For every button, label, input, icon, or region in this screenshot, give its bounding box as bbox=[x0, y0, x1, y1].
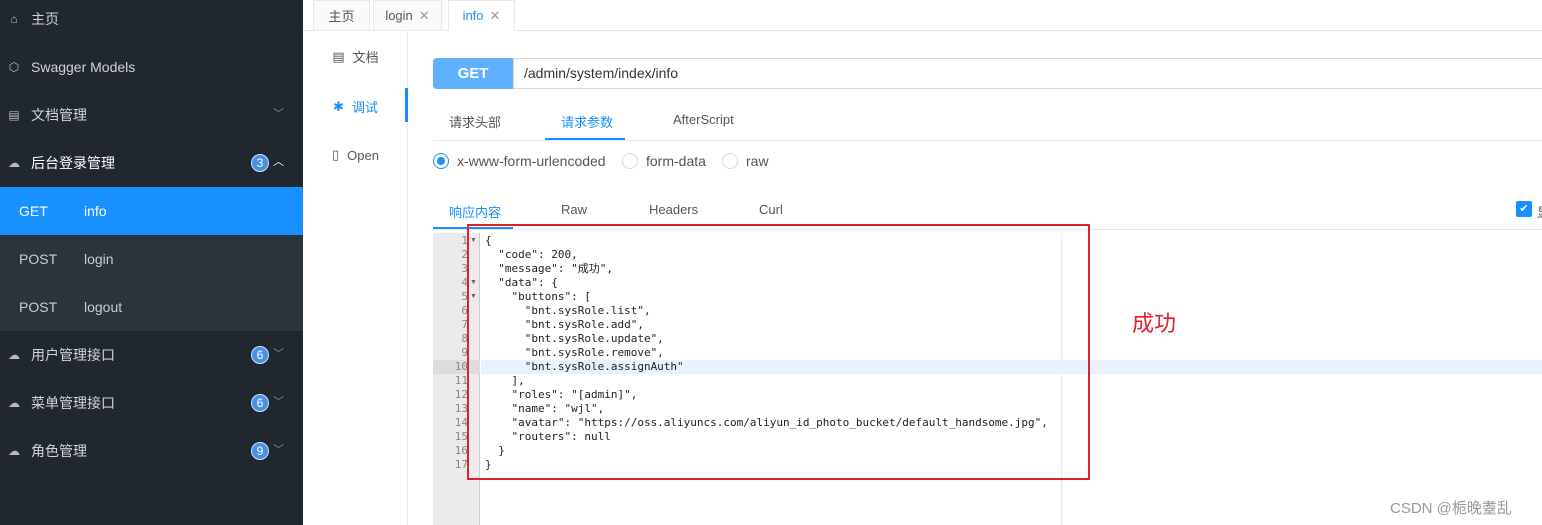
tab-label: login bbox=[385, 8, 413, 23]
sidebar-item-home[interactable]: ⌂ 主页 bbox=[0, 0, 303, 43]
tab-afterscript[interactable]: AfterScript bbox=[673, 112, 734, 127]
count-badge: 3 bbox=[251, 154, 269, 172]
tab-raw[interactable]: Raw bbox=[561, 202, 587, 217]
api-name: login bbox=[84, 251, 114, 267]
radio-label: raw bbox=[746, 153, 769, 169]
api-post-login[interactable]: POST login bbox=[0, 235, 303, 283]
sidebar-item-doc-management[interactable]: ▤ 文档管理 ﹀ bbox=[0, 91, 303, 139]
chevron-down-icon: ﹀ bbox=[273, 108, 284, 120]
close-icon[interactable]: ✕ bbox=[419, 8, 430, 24]
chevron-up-icon: ︿ bbox=[273, 156, 284, 168]
submenu: GET info POST login POST logout bbox=[0, 187, 303, 331]
subnav-label: Open bbox=[347, 147, 379, 163]
cloud-icon: ☁ bbox=[8, 444, 20, 458]
count-badge: 9 bbox=[251, 442, 269, 460]
file-icon: ▯ bbox=[332, 147, 340, 162]
cloud-icon: ☁ bbox=[8, 348, 20, 362]
sidebar-item-role-management[interactable]: ☁ 角色管理 9 ﹀ bbox=[0, 427, 303, 475]
tab-home[interactable]: 主页 bbox=[313, 0, 370, 31]
tab-curl[interactable]: Curl bbox=[759, 202, 783, 217]
subnav-docs[interactable]: ▤ 文档 bbox=[303, 47, 408, 66]
radio-unchecked[interactable] bbox=[722, 153, 738, 169]
count-badge: 6 bbox=[251, 394, 269, 412]
tab-response-content[interactable]: 响应内容 bbox=[449, 202, 501, 221]
radio-unchecked[interactable] bbox=[622, 153, 638, 169]
radio-label: x-www-form-urlencoded bbox=[457, 153, 606, 169]
tab-request-params[interactable]: 请求参数 bbox=[561, 112, 613, 131]
document-icon: ▤ bbox=[332, 48, 345, 64]
tab-label: 主页 bbox=[328, 9, 355, 24]
active-indicator bbox=[405, 88, 408, 122]
chevron-down-icon: ﹀ bbox=[273, 444, 284, 456]
cube-icon: ⬡ bbox=[8, 60, 20, 74]
radio-urlencoded[interactable]: x-www-form-urlencoded bbox=[433, 153, 606, 169]
sidebar-item-label: 用户管理接口 bbox=[31, 347, 115, 363]
sidebar-item-label: 菜单管理接口 bbox=[31, 395, 115, 411]
tab-login[interactable]: login ✕ bbox=[373, 0, 442, 31]
method-label: GET bbox=[19, 203, 48, 219]
sidebar-item-menu-api[interactable]: ☁ 菜单管理接口 6 ﹀ bbox=[0, 379, 303, 427]
method-button[interactable]: GET bbox=[433, 58, 513, 89]
method-label: POST bbox=[19, 251, 58, 267]
checkbox[interactable]: ✔ bbox=[1516, 201, 1532, 217]
annotation-text: 成功 bbox=[1132, 311, 1177, 336]
sidebar-item-user-api[interactable]: ☁ 用户管理接口 6 ﹀ bbox=[0, 331, 303, 379]
count-badge: 6 bbox=[251, 346, 269, 364]
radio-form-data[interactable]: form-data bbox=[622, 153, 706, 169]
subnav-label: 文档 bbox=[352, 50, 379, 65]
chevron-down-icon: ﹀ bbox=[273, 348, 284, 360]
api-name: logout bbox=[84, 299, 123, 315]
sidebar: ⌂ 主页 ⬡ Swagger Models ▤ 文档管理 ﹀ ☁ 后台登录管理 3 ︿ GET… bbox=[0, 0, 303, 525]
checkbox-label: 显 bbox=[1537, 202, 1542, 221]
api-get-info[interactable]: GET info bbox=[0, 187, 303, 235]
subnav-label: 调试 bbox=[351, 100, 378, 115]
cloud-icon: ☁ bbox=[8, 156, 20, 170]
sidebar-item-label: 角色管理 bbox=[31, 443, 87, 459]
home-icon: ⌂ bbox=[10, 12, 18, 26]
method-label: POST bbox=[19, 299, 58, 315]
watermark: CSDN @栀晚耋乱 bbox=[1390, 500, 1512, 517]
sidebar-item-label: 文档管理 bbox=[31, 107, 87, 123]
radio-checked[interactable] bbox=[433, 153, 449, 169]
subnav-debug[interactable]: ✱ 调试 bbox=[303, 97, 408, 116]
tab-request-headers[interactable]: 请求头部 bbox=[449, 112, 501, 131]
divider bbox=[433, 140, 1542, 141]
tab-bar: 主页 login ✕ info ✕ bbox=[303, 0, 1542, 31]
sidebar-item-label: 后台登录管理 bbox=[31, 155, 115, 171]
tab-headers[interactable]: Headers bbox=[649, 202, 698, 217]
sidebar-item-label: Swagger Models bbox=[31, 59, 136, 75]
bug-icon: ✱ bbox=[333, 98, 344, 114]
active-tab-underline bbox=[545, 138, 625, 140]
sidebar-item-login-management[interactable]: ☁ 后台登录管理 3 ︿ bbox=[0, 139, 303, 187]
cloud-icon: ☁ bbox=[8, 396, 20, 410]
url-input[interactable]: /admin/system/index/info bbox=[513, 58, 1542, 89]
close-icon[interactable]: ✕ bbox=[490, 8, 501, 24]
sub-navigation: ▤ 文档 ✱ 调试 ▯ Open bbox=[303, 31, 408, 525]
radio-raw[interactable]: raw bbox=[722, 153, 769, 169]
doc-settings-icon: ▤ bbox=[8, 108, 20, 122]
sidebar-item-label: 主页 bbox=[31, 11, 59, 27]
highlight-box bbox=[467, 224, 1090, 480]
sidebar-item-swagger-models[interactable]: ⬡ Swagger Models bbox=[0, 43, 303, 91]
chevron-down-icon: ﹀ bbox=[273, 396, 284, 408]
tab-label: info bbox=[462, 8, 484, 23]
radio-label: form-data bbox=[646, 153, 706, 169]
api-name: info bbox=[84, 203, 107, 219]
api-post-logout[interactable]: POST logout bbox=[0, 283, 303, 331]
subnav-open[interactable]: ▯ Open bbox=[303, 147, 408, 163]
tab-info[interactable]: info ✕ bbox=[448, 0, 515, 31]
